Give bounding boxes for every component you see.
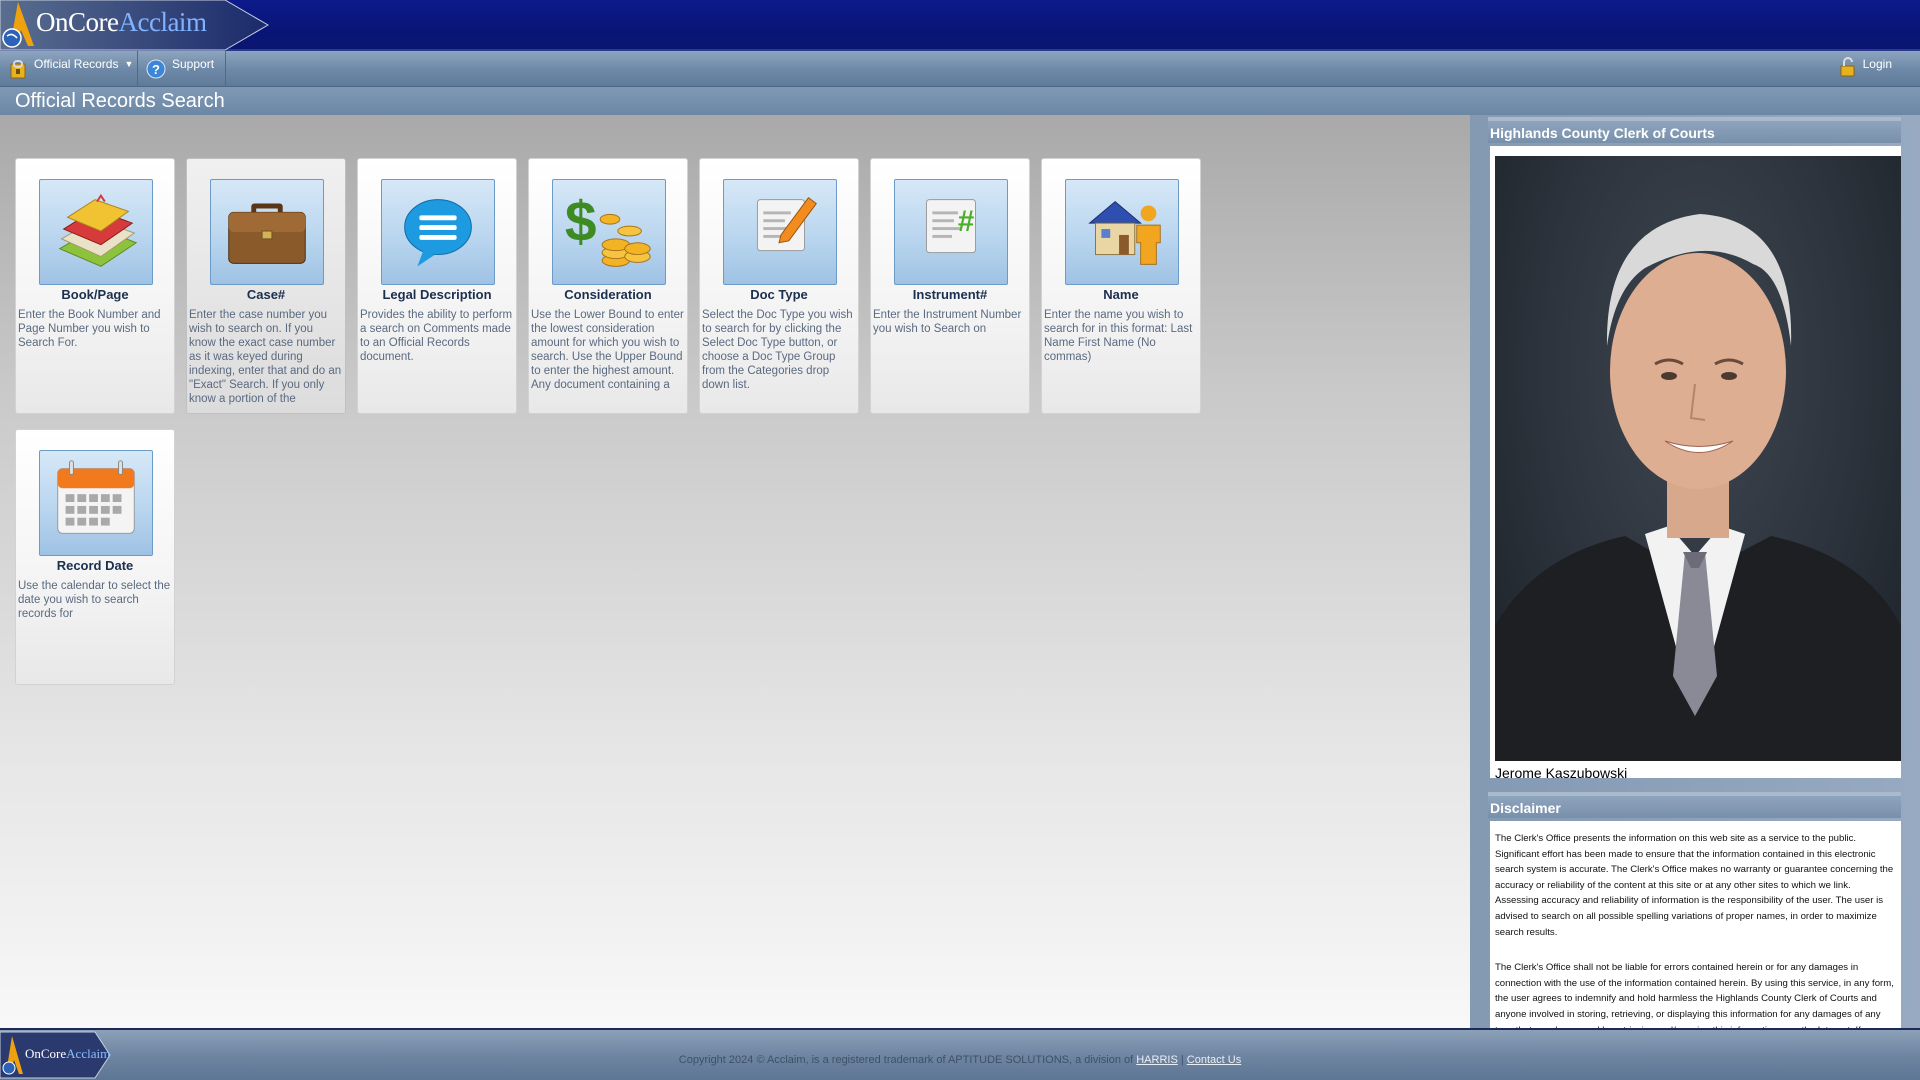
login-label: Login (1862, 57, 1892, 71)
tile-label: Name (1103, 287, 1139, 302)
sidebar: Highlands County Clerk of Courts Jerome … (1470, 115, 1920, 1028)
tile-description: Enter the name you wish to search for in… (1044, 309, 1193, 363)
copyright-text: Copyright 2024 © Acclaim, is a registere… (678, 1054, 1137, 1066)
clerk-panel: Jerome Kaszubowski (1490, 146, 1901, 778)
tile-label: Doc Type (750, 287, 808, 302)
tile-legal-description[interactable]: Legal Description Provides the ability t… (357, 158, 517, 414)
disclaimer-panel: The Clerk's Office presents the informat… (1490, 821, 1901, 1028)
tile-instrument-number[interactable]: # Instrument# Enter the Instrument Numbe… (870, 158, 1030, 414)
books-icon (39, 179, 153, 285)
tile-description: Enter the case number you wish to search… (189, 309, 342, 405)
page-footer: OnCoreAcclaim Copyright 2024 © Acclaim, … (0, 1028, 1920, 1080)
contact-us-link[interactable]: Contact Us (1187, 1054, 1241, 1066)
document-pencil-icon (723, 179, 837, 285)
logo-text-oncore: OnCore (36, 7, 119, 37)
disclaimer-title: Disclaimer (1488, 792, 1901, 818)
clerk-name: Jerome Kaszubowski (1495, 765, 1628, 778)
nav-support-label: Support (172, 57, 215, 71)
calendar-icon (39, 450, 153, 556)
tile-consideration[interactable]: $ Consideration Use the Lower Bound to e… (528, 158, 688, 414)
tile-label: Consideration (564, 287, 652, 302)
nav-support[interactable]: ? Support (138, 51, 226, 87)
logo-text-acclaim: Acclaim (118, 7, 207, 37)
main-nav: Official Records ▼ ? Support Login (0, 51, 1920, 87)
tile-description: Enter the Instrument Number you wish to … (873, 309, 1022, 335)
footer-separator: | (1177, 1054, 1187, 1066)
app-header: OnCoreAcclaim (0, 0, 1920, 51)
footer-copyright: Copyright 2024 © Acclaim, is a registere… (0, 1054, 1920, 1066)
tile-label: Instrument# (912, 287, 988, 302)
harris-link[interactable]: HARRIS (1136, 1054, 1178, 1066)
chevron-down-icon: ▼ (124, 59, 134, 69)
search-tiles-area: Book/Page Enter the Book Number and Page… (0, 115, 1470, 1028)
oncore-acclaim-logo[interactable]: OnCoreAcclaim (0, 0, 270, 51)
svg-text:?: ? (152, 62, 160, 77)
tile-description: Use the calendar to select the date you … (18, 580, 171, 620)
tile-book-page[interactable]: Book/Page Enter the Book Number and Page… (15, 158, 175, 414)
padlock-icon (1839, 57, 1857, 77)
clerk-panel-title: Highlands County Clerk of Courts (1488, 117, 1901, 143)
clerk-photo (1495, 156, 1901, 761)
login-link[interactable]: Login (1839, 57, 1892, 77)
tile-description: Use the Lower Bound to enter the lowest … (531, 309, 684, 391)
help-icon: ? (146, 59, 166, 79)
document-hash-icon: # (894, 179, 1008, 285)
nav-official-records[interactable]: Official Records ▼ (0, 51, 138, 87)
tile-record-date[interactable]: Record Date Use the calendar to select t… (15, 429, 175, 685)
tile-description: Enter the Book Number and Page Number yo… (18, 309, 161, 349)
disclaimer-paragraph-2: The Clerk's Office shall not be liable f… (1495, 962, 1894, 1028)
disclaimer-paragraph-1: The Clerk's Office presents the informat… (1495, 833, 1894, 938)
page-title-band: Official Records Search (0, 87, 1920, 115)
dollar-coins-icon: $ (552, 179, 666, 285)
tile-case-number[interactable]: Case# Enter the case number you wish to … (186, 158, 346, 414)
tile-label: Book/Page (61, 287, 129, 302)
folder-lock-icon (8, 59, 28, 79)
tile-label: Legal Description (382, 287, 492, 302)
tile-description: Select the Doc Type you wish to search f… (702, 309, 853, 391)
house-person-icon (1065, 179, 1179, 285)
svg-text:#: # (958, 205, 974, 238)
speech-bubble-icon (381, 179, 495, 285)
disclaimer-text: The Clerk's Office presents the informat… (1495, 831, 1895, 1028)
tile-label: Record Date (56, 558, 134, 573)
tile-doc-type[interactable]: Doc Type Select the Doc Type you wish to… (699, 158, 859, 414)
nav-official-records-label: Official Records (34, 57, 119, 71)
svg-text:$: $ (565, 190, 597, 254)
page-title: Official Records Search (15, 90, 225, 112)
briefcase-icon (210, 179, 324, 285)
tile-name[interactable]: Name Enter the name you wish to search f… (1041, 158, 1201, 414)
tile-description: Provides the ability to perform a search… (360, 309, 513, 363)
tile-label: Case# (246, 287, 286, 302)
